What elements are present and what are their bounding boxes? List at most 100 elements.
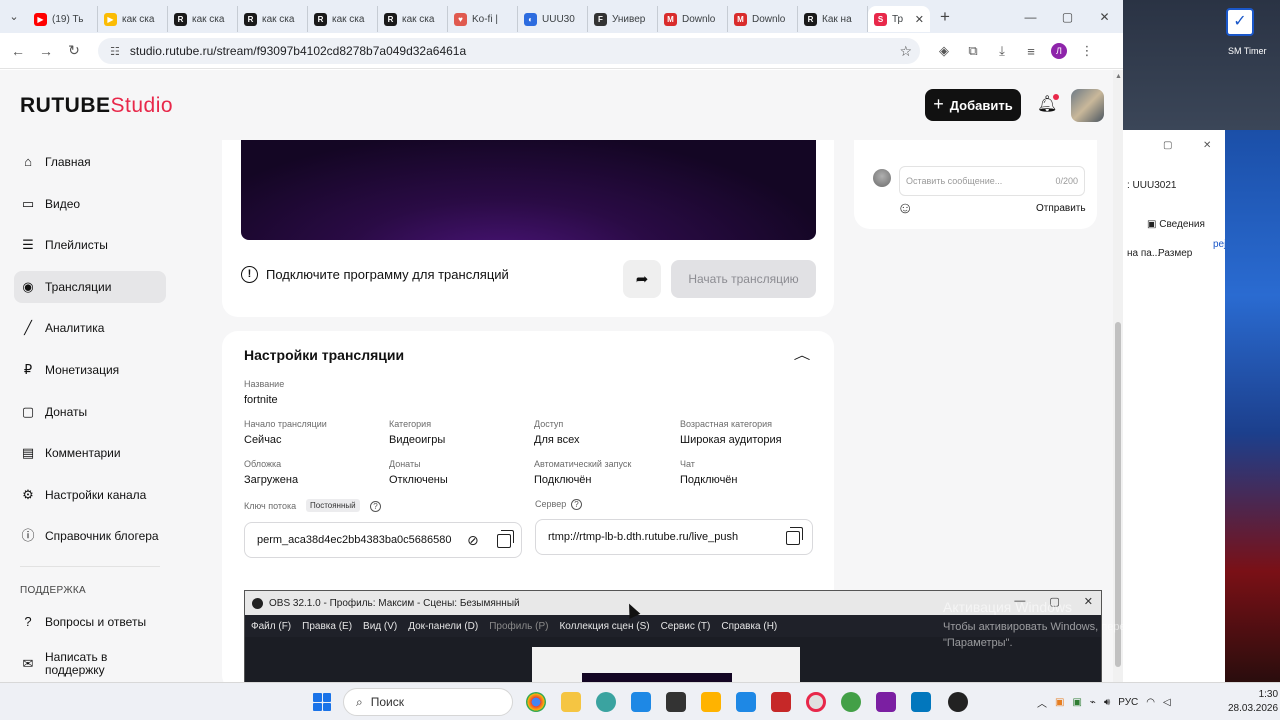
f-taskbar-icon[interactable] — [736, 692, 756, 712]
sidebar-item-contact-support[interactable]: ✉ Написать в поддержку — [14, 648, 166, 680]
forward-icon[interactable]: → — [32, 43, 60, 59]
key-help-icon[interactable]: ? — [370, 501, 381, 512]
winrar-taskbar-icon[interactable] — [876, 692, 896, 712]
browser-tab[interactable]: ▶ (19) Ть — [28, 6, 98, 32]
tray-network-icon[interactable]: ⌁ — [1090, 697, 1096, 708]
obs-menu-item[interactable]: Правка (E) — [302, 621, 352, 632]
server-field[interactable]: rtmp://rtmp-lb-b.dth.rutube.ru/live_push — [535, 519, 813, 555]
share-button[interactable]: ➦ — [623, 260, 661, 298]
chevron-up-icon[interactable]: ︿ — [794, 346, 811, 363]
obs-menu-item[interactable]: Профиль (P) — [489, 621, 548, 632]
browser-taskbar-icon[interactable] — [806, 692, 826, 712]
copy-key-icon[interactable] — [497, 530, 514, 548]
chrome-taskbar-icon[interactable] — [526, 692, 546, 712]
obs-menu-item[interactable]: Док-панели (D) — [408, 621, 478, 632]
close-tab-icon[interactable]: ✕ — [915, 13, 924, 26]
tray-app-icon[interactable]: ▣ — [1055, 697, 1064, 708]
sidebar-item-home[interactable]: ⌂ Главная — [14, 146, 166, 178]
copy-server-icon[interactable] — [786, 527, 803, 545]
minimize-icon[interactable]: — — [1012, 0, 1049, 33]
sidebar-item-blogger-guide[interactable]: ⓘ Справочник блогера — [14, 520, 166, 552]
obs-menu-item[interactable]: Вид (V) — [363, 621, 397, 632]
background-details[interactable]: ▣ Сведения — [1147, 219, 1205, 230]
sidebar-item-video[interactable]: ▭ Видео — [14, 188, 166, 220]
address-bar[interactable]: ☷ studio.rutube.ru/stream/f93097b4102cd8… — [98, 38, 920, 64]
obs-menu-item[interactable]: Файл (F) — [251, 621, 291, 632]
window-taskbar-icon[interactable] — [911, 692, 931, 712]
sidebar-item-streams[interactable]: ◉ Трансляции — [14, 270, 166, 303]
photos-taskbar-icon[interactable] — [631, 692, 651, 712]
obs-close-icon[interactable]: ✕ — [1084, 595, 1093, 608]
sidebar-item-faq[interactable]: ? Вопросы и ответы — [14, 606, 166, 638]
tray-app2-icon[interactable]: ▣ — [1072, 697, 1081, 708]
browser-tab[interactable]: Rкак ска — [238, 6, 308, 32]
profile-avatar[interactable]: Л — [1051, 43, 1067, 59]
site-info-icon[interactable]: ☷ — [110, 45, 120, 58]
page-scrollbar[interactable]: ▲ — [1113, 70, 1123, 682]
notifications-bell-icon[interactable]: 🔔︎ — [1037, 94, 1060, 114]
browser-tab[interactable]: ♥ Ko-fi | — [448, 6, 518, 32]
extensions-puzzle-icon[interactable]: ⧉ — [964, 43, 982, 59]
tray-speaker-icon[interactable]: ◁ — [1163, 697, 1171, 708]
sidebar-item-playlists[interactable]: ☰ Плейлисты — [14, 229, 166, 261]
start-stream-button[interactable]: Начать трансляцию — [671, 260, 816, 298]
sidebar-item-monetization[interactable]: ₽ Монетизация — [14, 354, 166, 386]
smtimer-icon[interactable]: ✓ — [1226, 8, 1254, 36]
sidebar-item-donations[interactable]: ▢ Донаты — [14, 396, 166, 428]
tray-chevron-icon[interactable]: ︿ — [1037, 695, 1047, 710]
obs-preview[interactable] — [532, 647, 800, 682]
chat-message-input[interactable]: Оставить сообщение... 0/200 — [899, 166, 1085, 196]
browser-tab[interactable]: ▶ как ска — [98, 6, 168, 32]
rutube-studio-logo[interactable]: RUTUBEStudio — [20, 94, 173, 118]
reload-icon[interactable]: ↻ — [60, 42, 88, 59]
browser-tab[interactable]: Rкак ска — [378, 6, 448, 32]
user-avatar[interactable] — [1071, 89, 1104, 122]
obs-menu-item[interactable]: Сервис (T) — [661, 621, 711, 632]
browser-tab[interactable]: M Downlo — [728, 6, 798, 32]
vpn-taskbar-icon[interactable] — [841, 692, 861, 712]
sidebar-item-comments[interactable]: ▤ Комментарии — [14, 437, 166, 469]
obs-menu-item[interactable]: Коллекция сцен (S) — [559, 621, 649, 632]
emoji-icon[interactable]: ☺ — [897, 200, 913, 218]
download-icon[interactable]: ⤓ — [993, 43, 1011, 59]
scroll-up-icon[interactable]: ▲ — [1115, 73, 1122, 80]
send-button[interactable]: Отправить — [1036, 203, 1086, 214]
sidebar-item-analytics[interactable]: ╱ Аналитика — [14, 312, 166, 344]
tray-volume-icon[interactable]: 🔊︎ — [1104, 697, 1110, 708]
browser-tab[interactable]: F Универ — [588, 6, 658, 32]
terminal-taskbar-icon[interactable] — [666, 692, 686, 712]
browser-tab[interactable]: Rкак ска — [308, 6, 378, 32]
close-window-icon[interactable]: ✕ — [1086, 0, 1123, 33]
autocad-taskbar-icon[interactable] — [771, 692, 791, 712]
media-icon[interactable]: ≡ — [1022, 44, 1040, 59]
extension-icon[interactable]: ◈ — [935, 43, 953, 59]
app-taskbar-icon[interactable] — [596, 692, 616, 712]
tab-list: ▶ (19) Ть ▶ как ска Rкак ска Rкак ска Rкак ска… — [28, 1, 868, 32]
language-indicator[interactable]: РУС — [1118, 697, 1138, 708]
hide-eye-icon[interactable]: ⊘ — [467, 532, 479, 549]
maximize-icon[interactable]: ▢ — [1049, 0, 1086, 33]
browser-tab[interactable]: M Downlo — [658, 6, 728, 32]
sidebar-item-channel-settings[interactable]: ⚙ Настройки канала — [14, 479, 166, 511]
new-tab-button[interactable]: + — [930, 7, 960, 27]
browser-tab[interactable]: Rкак ска — [168, 6, 238, 32]
tab-search-icon[interactable]: ⌄ — [0, 0, 28, 33]
tab-active[interactable]: S Тр ✕ — [868, 6, 930, 32]
obs-taskbar-icon[interactable] — [948, 692, 968, 712]
windows-start-icon[interactable] — [313, 693, 331, 711]
winamp-taskbar-icon[interactable] — [701, 692, 721, 712]
back-icon[interactable]: ← — [4, 43, 32, 59]
browser-tab[interactable]: R Как на — [798, 6, 868, 32]
stream-key-field[interactable]: perm_aca38d4ec2bb4383ba0c5686580 ⊘ — [244, 522, 522, 558]
server-help-icon[interactable]: ? — [571, 499, 582, 510]
explorer-taskbar-icon[interactable] — [561, 692, 581, 712]
scroll-thumb[interactable] — [1115, 322, 1121, 667]
taskbar-search[interactable]: ⌕ Поиск — [343, 688, 513, 716]
add-button[interactable]: + Добавить — [925, 89, 1021, 121]
bookmark-star-icon[interactable]: ☆ — [899, 43, 912, 60]
obs-menu-item[interactable]: Справка (H) — [721, 621, 777, 632]
browser-tab[interactable]: ◐ UUU30 — [518, 6, 588, 32]
menu-kebab-icon[interactable]: ⋮ — [1078, 43, 1096, 59]
taskbar-clock[interactable]: 1:30 28.03.2026 — [1228, 688, 1278, 716]
tray-wifi-icon[interactable]: ◠ — [1146, 697, 1155, 708]
